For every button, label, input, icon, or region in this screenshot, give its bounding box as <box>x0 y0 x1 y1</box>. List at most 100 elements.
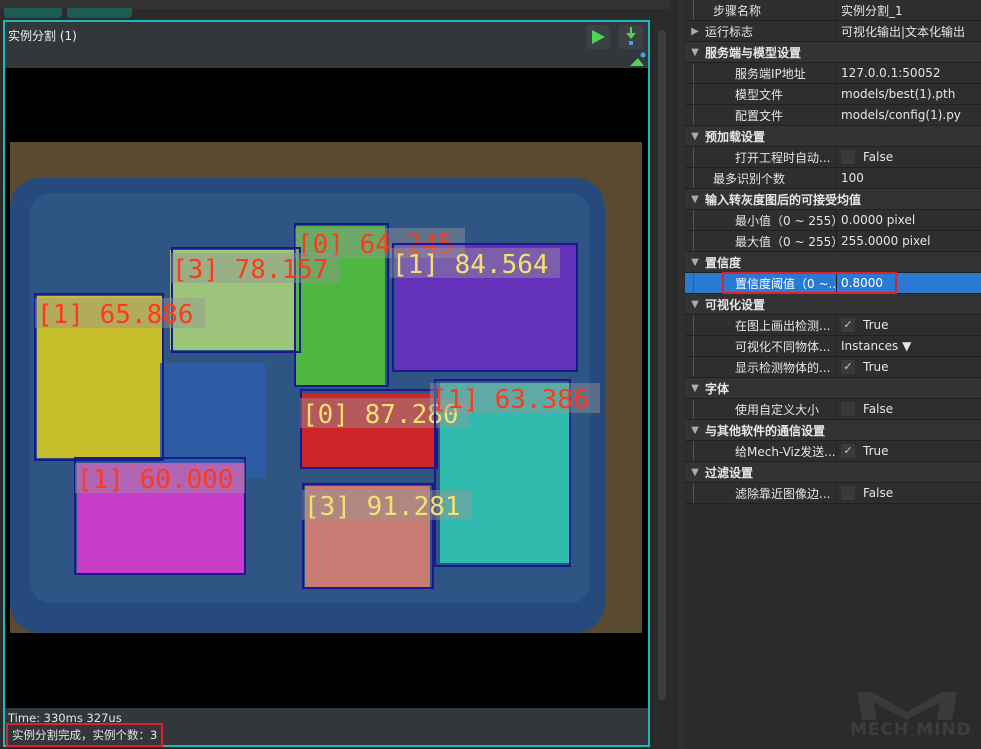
detection-label: [1] 63.386 <box>432 385 589 415</box>
property-value-text: True <box>863 318 889 332</box>
property-group[interactable]: ▼ 服务端与模型设置 <box>685 42 981 63</box>
download-button[interactable] <box>619 25 643 49</box>
tree-indent <box>693 483 735 503</box>
checkbox[interactable] <box>841 486 855 500</box>
property-label: 显示检测物体的... <box>735 360 831 375</box>
play-icon <box>592 30 605 44</box>
checkbox[interactable] <box>841 150 855 164</box>
property-value[interactable]: models/best(1).pth <box>836 84 981 104</box>
property-value-text: True <box>863 360 889 374</box>
property-value-text: 100 <box>841 171 864 185</box>
panel-splitter[interactable] <box>678 0 684 749</box>
property-panel: 步骤名称 实例分割_1 ▶ 运行标志 可视化输出|文本化输出 ▼ 服务端与模型设置 服务端IP… <box>685 0 981 504</box>
property-row[interactable]: 模型文件 models/best(1).pth <box>685 84 981 105</box>
checkbox[interactable]: ✓ <box>841 318 855 332</box>
property-value[interactable]: models/config(1).py <box>836 105 981 125</box>
property-row[interactable]: 服务端IP地址 127.0.0.1:50052 <box>685 63 981 84</box>
property-label: 服务端与模型设置 <box>705 45 802 60</box>
result-image[interactable]: [0] 64.245 [3] 78.157 [1] 84.564 [1] 65.886… <box>5 68 648 708</box>
tab-image-color[interactable] <box>4 8 62 18</box>
expand-arrow-icon[interactable]: ▼ <box>685 425 705 436</box>
arrow-down-icon <box>626 27 636 45</box>
property-value-text: False <box>863 402 894 416</box>
property-group[interactable]: ▼ 过滤设置 <box>685 462 981 483</box>
viewer-scrollbar[interactable] <box>656 30 668 747</box>
property-row[interactable]: 最小值（0 ~ 255） 0.0000 pixel <box>685 210 981 231</box>
property-value-text: 实例分割_1 <box>841 3 903 18</box>
property-row[interactable]: 在图上画出检测... ✓ True <box>685 315 981 336</box>
property-row[interactable]: 给Mech-Viz发送... ✓ True <box>685 441 981 462</box>
property-row[interactable]: 最大值（0 ~ 255） 255.0000 pixel <box>685 231 981 252</box>
property-value[interactable]: ✓ True <box>836 357 981 377</box>
property-row[interactable]: ▶ 运行标志 可视化输出|文本化输出 <box>685 21 981 42</box>
tree-indent <box>693 336 735 356</box>
run-button[interactable] <box>586 25 610 49</box>
property-value[interactable]: 实例分割_1 <box>836 0 981 20</box>
property-value[interactable]: 可视化输出|文本化输出 <box>836 21 981 41</box>
status-message: 实例分割完成，实例个数：3 <box>6 723 164 747</box>
tree-indent <box>693 399 735 419</box>
detection-label: [1] 60.000 <box>77 465 234 495</box>
property-value[interactable]: ✓ True <box>836 315 981 335</box>
property-row[interactable]: 步骤名称 实例分割_1 <box>685 0 981 21</box>
property-value-text: False <box>863 150 894 164</box>
expand-arrow-icon[interactable]: ▼ <box>685 47 705 58</box>
property-group[interactable]: ▼ 输入转灰度图后的可接受均值 <box>685 189 981 210</box>
property-label: 可视化不同物体... <box>735 339 831 354</box>
property-group[interactable]: ▼ 预加载设置 <box>685 126 981 147</box>
tree-indent <box>693 84 735 104</box>
property-label: 最多识别个数 <box>713 171 786 186</box>
expand-arrow-icon[interactable]: ▼ <box>685 467 705 478</box>
tree-indent <box>693 210 735 230</box>
expand-arrow-icon[interactable]: ▼ <box>685 383 705 394</box>
property-value[interactable]: 255.0000 pixel <box>836 231 981 251</box>
property-value-text: 0.0000 pixel <box>841 213 916 227</box>
property-row[interactable]: 最多识别个数 100 <box>685 168 981 189</box>
tree-indent <box>693 147 735 167</box>
viewer-title: 实例分割 (1) <box>8 29 77 43</box>
checkbox[interactable]: ✓ <box>841 360 855 374</box>
property-label: 最小值（0 ~ 255） <box>735 213 836 228</box>
checkbox[interactable] <box>841 402 855 416</box>
property-value[interactable]: False <box>836 483 981 503</box>
property-row[interactable]: 配置文件 models/config(1).py <box>685 105 981 126</box>
expand-arrow-icon[interactable]: ▼ <box>685 299 705 310</box>
property-label: 与其他软件的通信设置 <box>705 423 826 438</box>
detection-label: [3] 91.281 <box>304 492 461 522</box>
image-adjust-icon[interactable] <box>629 52 647 67</box>
property-label: 最大值（0 ~ 255） <box>735 234 836 249</box>
property-row[interactable]: 打开工程时自动... False <box>685 147 981 168</box>
expand-arrow-icon[interactable]: ▼ <box>685 194 705 205</box>
property-label: 模型文件 <box>735 87 784 102</box>
checkbox[interactable]: ✓ <box>841 444 855 458</box>
property-label: 配置文件 <box>735 108 784 123</box>
expand-arrow-icon[interactable]: ▼ <box>685 257 705 268</box>
property-label: 使用自定义大小 <box>735 402 820 417</box>
property-value[interactable]: ✓ True <box>836 441 981 461</box>
property-group[interactable]: ▼ 置信度 <box>685 252 981 273</box>
property-row[interactable]: 使用自定义大小 False <box>685 399 981 420</box>
property-row[interactable]: 滤除靠近图像边... False <box>685 483 981 504</box>
property-value[interactable]: 127.0.0.1:50052 <box>836 63 981 83</box>
property-label: 步骤名称 <box>713 3 762 18</box>
property-group[interactable]: ▼ 与其他软件的通信设置 <box>685 420 981 441</box>
expand-arrow-icon[interactable]: ▼ <box>685 131 705 142</box>
property-row[interactable]: 显示检测物体的... ✓ True <box>685 357 981 378</box>
property-label: 过滤设置 <box>705 465 754 480</box>
property-value[interactable]: 0.0000 pixel <box>836 210 981 230</box>
property-row[interactable]: 可视化不同物体... Instances ▼ <box>685 336 981 357</box>
property-value[interactable]: Instances ▼ <box>836 336 981 356</box>
property-value[interactable]: 100 <box>836 168 981 188</box>
property-group[interactable]: ▼ 字体 <box>685 378 981 399</box>
property-value-text: models/config(1).py <box>841 108 961 122</box>
property-value[interactable]: False <box>836 399 981 419</box>
property-label: 字体 <box>705 381 730 396</box>
tree-indent <box>693 168 713 188</box>
tab-image-depth[interactable] <box>67 8 132 18</box>
property-label: 在图上画出检测... <box>735 318 831 333</box>
property-value-text: 127.0.0.1:50052 <box>841 66 941 80</box>
property-value[interactable]: False <box>836 147 981 167</box>
collapse-arrow-icon[interactable]: ▶ <box>685 26 705 37</box>
property-group[interactable]: ▼ 可视化设置 <box>685 294 981 315</box>
detection-label: [3] 78.157 <box>172 255 329 285</box>
